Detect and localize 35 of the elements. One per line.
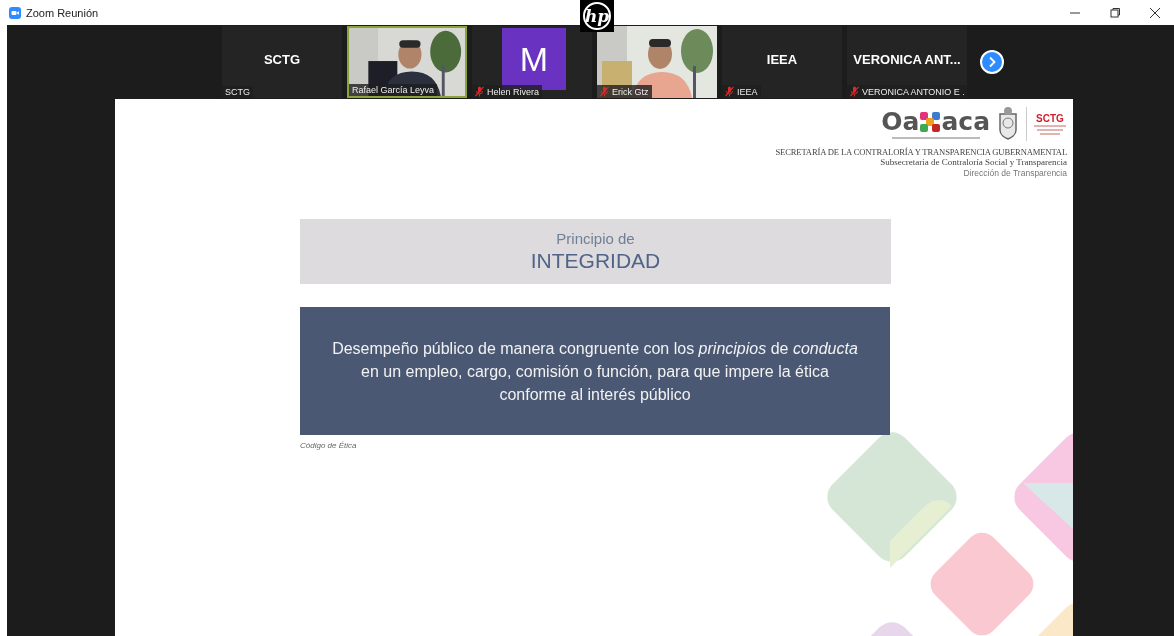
header-line: Dirección de Transparencia [963,168,1067,178]
participant-name: SCTG [222,86,253,98]
participant-display-name: SCTG [262,52,302,67]
slide-title: INTEGRIDAD [530,249,661,273]
seal-icon [996,106,1020,142]
participant-tile[interactable]: VERONICA ANT... VERONICA ANTONIO E . [847,26,967,98]
header-line: SECRETARÍA DE LA CONTRALORÍA Y TRANSPARENCIA GUBERNAMENTAL [775,147,1067,157]
logo-wordmark: Oa [881,109,920,134]
logo-wordmark: aca [941,109,990,134]
participant-tile[interactable]: SCTG SCTG [222,26,342,98]
hp-logo: hp [580,0,614,32]
participant-name: IEEA [722,85,761,98]
participant-name: Helen Rivera [472,85,543,98]
participant-tile[interactable]: Erick Gtz [597,26,717,98]
participant-name: Rafael García Leyva [349,84,438,96]
app-logo-icon [9,6,21,19]
participant-display-name: VERONICA ANT... [852,52,962,67]
colored-squares-icon [919,110,942,133]
participant-tile[interactable]: M Helen Rivera [472,26,592,98]
tagline-lines-icon [1033,123,1067,136]
header-line: Subsecretaria de Contraloría Social y Transparencia [880,157,1067,167]
definition-text: Desempeño público de manera congruente con los principios de conducta en un empleo, cargo, comisión o función, para que impere la ética conforme al interés público [331,338,859,405]
restore-icon[interactable] [1108,5,1122,20]
chevron-right-icon [987,56,997,68]
partner-logo-text: SCTG [1036,112,1064,124]
participant-tile[interactable]: Rafael García Leyva [347,26,467,98]
participant-name: VERONICA ANTONIO E . [847,85,967,98]
title-subheading: Principio de [556,230,635,247]
participant-display-name: IEEA [765,52,799,67]
participant-tile[interactable]: IEEA IEEA [722,26,842,98]
window-title: Zoom Reunión [26,6,99,19]
close-icon[interactable] [1148,5,1162,20]
participant-name: Erick Gtz [597,85,652,98]
source-caption: Código de Ética [300,441,357,450]
next-page-button[interactable] [980,50,1004,74]
